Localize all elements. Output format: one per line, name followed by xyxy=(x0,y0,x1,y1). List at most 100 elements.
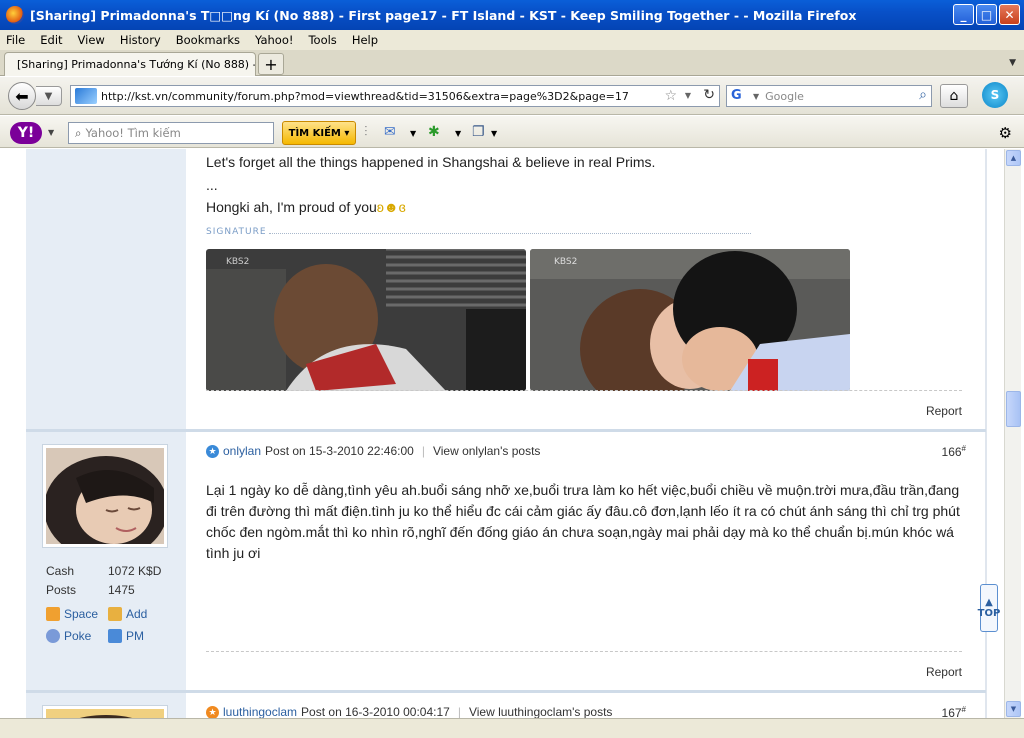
yahoo-toolbar: Y! ▼ ⌕ Yahoo! Tìm kiếm TÌM KIẾM ▾ ⫶ ✉ ▼ … xyxy=(0,116,1024,148)
yahoo-search-button[interactable]: TÌM KIẾM ▾ xyxy=(282,121,356,145)
pages-dropdown-icon[interactable]: ▼ xyxy=(491,129,497,138)
add-friend-link[interactable]: Add xyxy=(108,607,147,621)
post-header: ★ luuthingoclam Post on 16-3-2010 00:04:… xyxy=(206,705,612,719)
pm-label: PM xyxy=(126,629,144,643)
header-separator: | xyxy=(421,444,425,458)
menu-edit[interactable]: Edit xyxy=(40,33,62,47)
post-body-line: tình ju ơi xyxy=(206,545,261,561)
signature-divider xyxy=(269,233,751,234)
avatar[interactable] xyxy=(42,444,168,560)
menu-file[interactable]: File xyxy=(6,33,25,47)
signature-image: KBS2 xyxy=(530,249,850,391)
post-body-line: đi trên đường thì mất điện.tình ju ko th… xyxy=(206,503,960,519)
tab-label: [Sharing] Primadonna's Tướng Kí (No 888)… xyxy=(17,58,256,71)
menu-bookmarks[interactable]: Bookmarks xyxy=(176,33,240,47)
url-text[interactable]: http://kst.vn/community/forum.php?mod=vi… xyxy=(101,90,629,103)
post-separator xyxy=(26,690,986,693)
yahoo-search-placeholder: Yahoo! Tìm kiếm xyxy=(85,126,181,140)
image-caption: KBS2 xyxy=(226,257,250,267)
space-link[interactable]: Space xyxy=(46,607,98,621)
view-posts-link[interactable]: View luuthingoclam's posts xyxy=(469,705,612,719)
star-icon: ★ xyxy=(206,444,219,458)
post-separator xyxy=(26,429,986,432)
firefox-icon xyxy=(6,6,24,24)
yahoo-menu-dropdown-icon[interactable]: ▼ xyxy=(48,128,54,137)
search-icon: ⌕ xyxy=(75,125,82,140)
post-text-content: Hongki ah, I'm proud of you xyxy=(206,199,377,215)
image-caption: KBS2 xyxy=(554,257,578,267)
author-link[interactable]: onlylan xyxy=(223,444,261,458)
engine-dropdown-icon[interactable]: ▼ xyxy=(753,92,759,101)
tab-list-dropdown-icon[interactable]: ▼ xyxy=(1009,58,1016,68)
posts-value: 1475 xyxy=(108,583,135,597)
pm-link[interactable]: PM xyxy=(108,629,144,643)
view-posts-link[interactable]: View onlylan's posts xyxy=(433,444,540,458)
google-engine-icon[interactable]: G xyxy=(731,88,749,104)
gear-icon[interactable]: ⚙ xyxy=(999,124,1012,142)
yahoo-logo-icon[interactable]: Y! xyxy=(10,122,42,144)
pages-icon[interactable]: ❐ xyxy=(472,124,485,140)
poke-label: Poke xyxy=(64,629,92,643)
vertical-scrollbar[interactable]: ▲ ▼ xyxy=(1004,149,1021,718)
close-button[interactable]: ✕ xyxy=(999,4,1020,25)
url-dropdown-icon[interactable]: ▼ xyxy=(685,91,691,100)
report-link[interactable]: Report xyxy=(926,404,962,418)
menu-history[interactable]: History xyxy=(120,33,161,47)
posts-label: Posts xyxy=(46,583,77,597)
tab-current[interactable]: [Sharing] Primadonna's Tướng Kí (No 888)… xyxy=(4,52,256,76)
report-link[interactable]: Report xyxy=(926,665,962,679)
scroll-up-button[interactable]: ▲ xyxy=(1006,150,1021,166)
back-button[interactable]: ⬅ xyxy=(8,82,36,110)
mail-dropdown-icon[interactable]: ▼ xyxy=(410,129,416,138)
status-bar xyxy=(0,718,1024,738)
poke-icon xyxy=(46,629,60,643)
search-icon[interactable]: ⌕ xyxy=(919,87,927,103)
widget-dropdown-icon[interactable]: ▼ xyxy=(455,129,461,138)
back-to-top-button[interactable]: ▲ TOP xyxy=(978,584,1000,632)
menu-view[interactable]: View xyxy=(78,33,105,47)
post-text-line: ... xyxy=(206,177,218,193)
space-label: Space xyxy=(64,607,99,621)
author-link[interactable]: luuthingoclam xyxy=(223,705,297,719)
search-placeholder: Google xyxy=(765,89,804,103)
home-button[interactable]: ⌂ xyxy=(940,84,968,108)
menu-yahoo[interactable]: Yahoo! xyxy=(255,33,293,47)
post-body-line: chốc đen ngòm.mắt thì ko nhìn rõ,nghĩ đế… xyxy=(206,524,954,540)
post-divider xyxy=(206,651,962,652)
author-column xyxy=(26,149,186,732)
yahoo-search-input[interactable]: ⌕ Yahoo! Tìm kiếm xyxy=(68,122,274,144)
post-header: ★ onlylan Post on 15-3-2010 22:46:00 | V… xyxy=(206,444,540,458)
scroll-down-button[interactable]: ▼ xyxy=(1006,701,1021,717)
yahoo-search-button-label: TÌM KIẾM xyxy=(288,127,341,139)
skype-icon[interactable]: S xyxy=(982,82,1008,108)
scroll-thumb[interactable] xyxy=(1006,391,1021,427)
star-icon: ★ xyxy=(206,705,219,719)
cash-value: 1072 K$D xyxy=(108,564,162,578)
maximize-button[interactable]: □ xyxy=(976,4,997,25)
menu-tools[interactable]: Tools xyxy=(308,33,336,47)
menu-help[interactable]: Help xyxy=(352,33,378,47)
post-number-mark: # xyxy=(961,705,966,714)
history-dropdown-icon[interactable]: ▼ xyxy=(36,86,62,106)
widget-icon[interactable]: ✱ xyxy=(428,124,440,140)
search-bar[interactable]: G ▼ Google ⌕ xyxy=(726,85,932,107)
new-tab-button[interactable]: + xyxy=(258,53,284,75)
mail-icon[interactable]: ✉ xyxy=(384,124,396,140)
envelope-icon xyxy=(108,629,122,643)
post-number-value: 166 xyxy=(941,445,962,459)
signature-label: SIGNATURE xyxy=(206,227,267,237)
bookmark-star-icon[interactable]: ☆ xyxy=(664,88,677,104)
post-date: Post on 15-3-2010 22:46:00 xyxy=(265,444,414,458)
home-icon xyxy=(46,607,60,621)
url-bar[interactable]: http://kst.vn/community/forum.php?mod=vi… xyxy=(70,85,720,107)
header-separator: | xyxy=(457,705,461,719)
post-number[interactable]: 166# xyxy=(942,444,966,459)
minimize-button[interactable]: _ xyxy=(953,4,974,25)
post-text-line: Let's forget all the things happened in … xyxy=(206,154,656,170)
poke-link[interactable]: Poke xyxy=(46,629,91,643)
smiley-icon: ʚ☻ɞ xyxy=(376,199,406,215)
reload-icon[interactable]: ↻ xyxy=(703,87,715,103)
signature-image: KBS2 xyxy=(206,249,526,391)
site-identity-icon[interactable] xyxy=(75,88,97,104)
chevron-up-icon: ▲ xyxy=(985,597,993,608)
